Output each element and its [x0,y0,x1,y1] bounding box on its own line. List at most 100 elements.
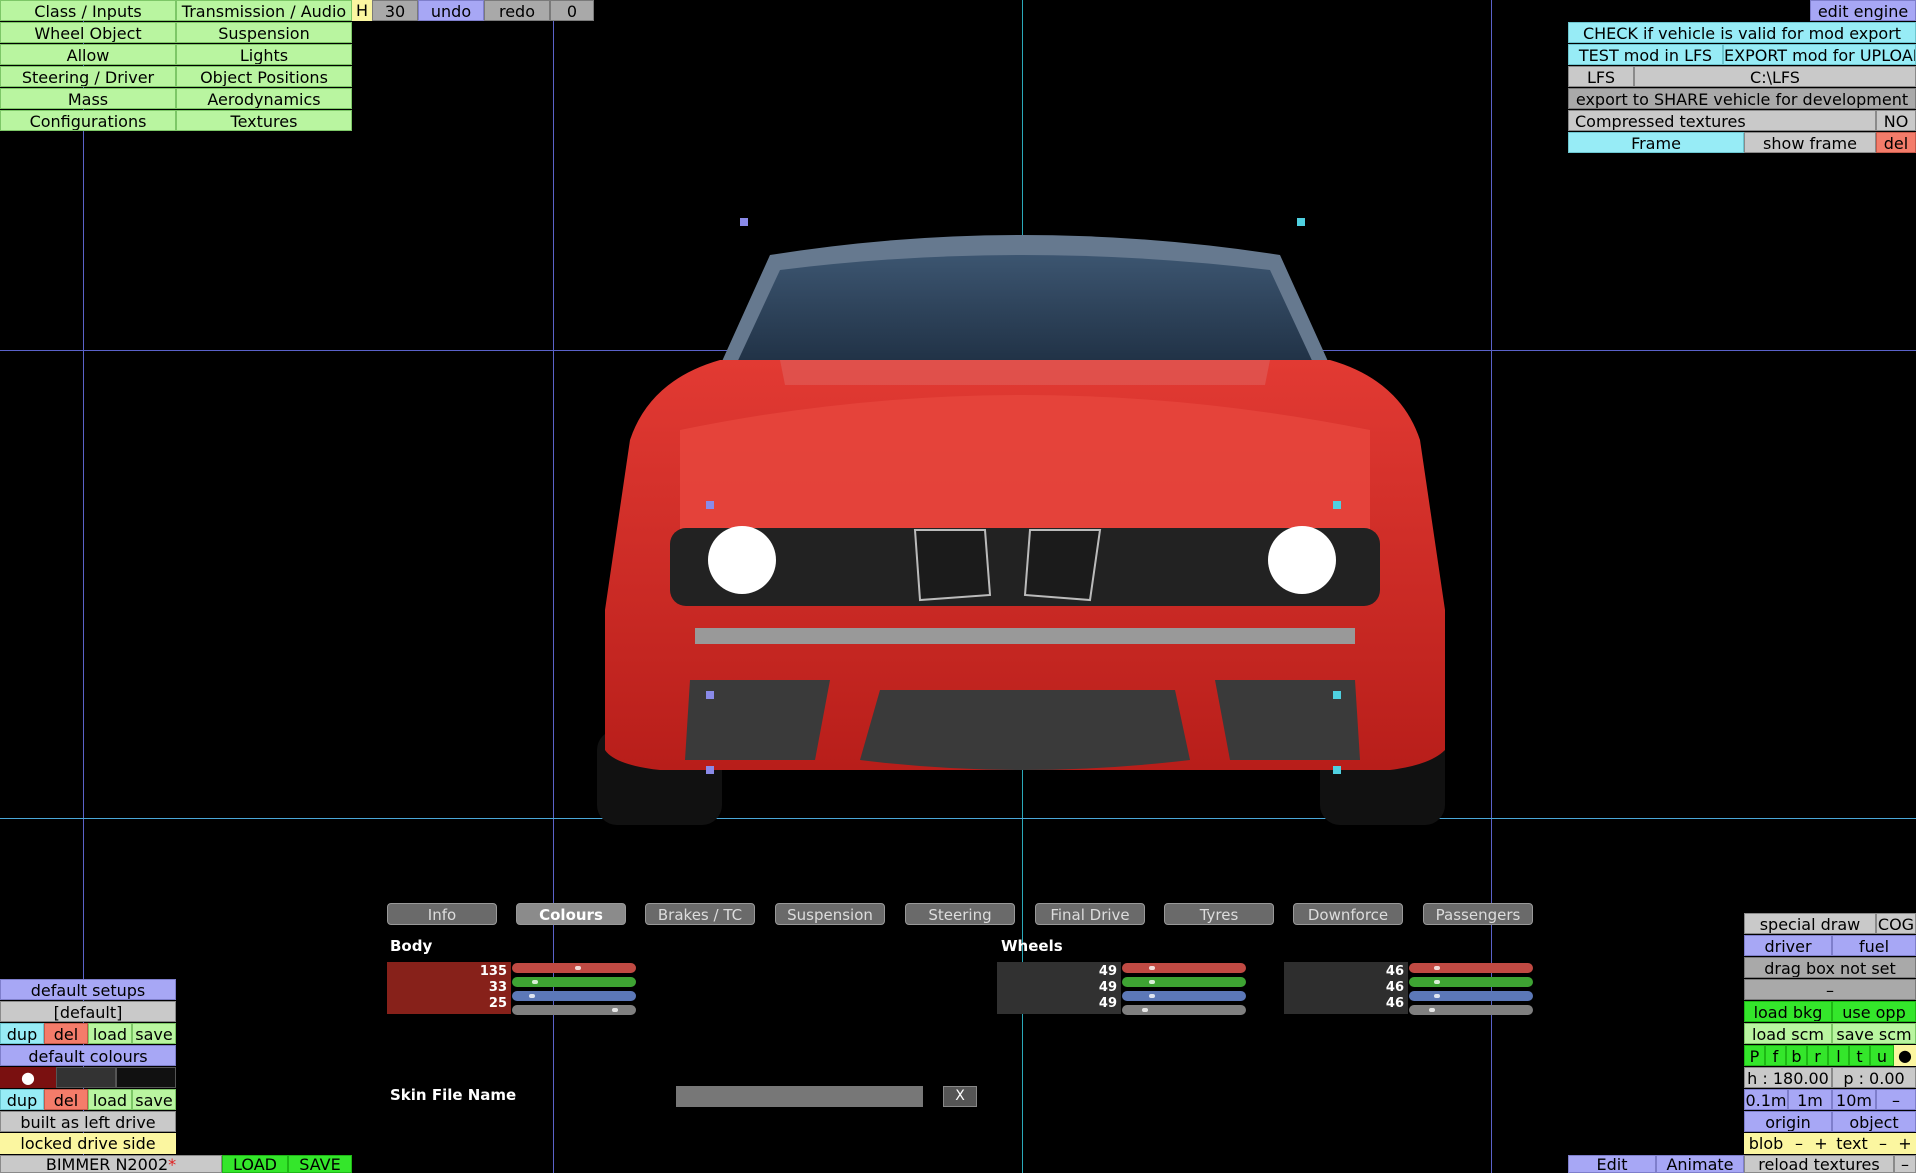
setup-dup-button[interactable]: dup [0,1023,44,1044]
wheels-a-slider[interactable] [1122,1005,1246,1015]
special-draw-button[interactable]: special draw [1744,913,1876,934]
edit-mode-button[interactable]: Edit [1568,1155,1656,1173]
vertex-marker[interactable] [1333,501,1341,509]
colour-save-button[interactable]: save [132,1089,176,1110]
reload-minus-button[interactable]: – [1894,1155,1916,1173]
step-1m-button[interactable]: 1m [1788,1089,1832,1110]
view-p-button[interactable]: P [1744,1045,1765,1066]
colour-preset-3[interactable] [116,1067,176,1088]
skin-clear-button[interactable]: X [943,1086,977,1107]
colour-dup-button[interactable]: dup [0,1089,44,1110]
driver-button[interactable]: driver [1744,935,1832,956]
tab-steering[interactable]: Steering [905,903,1015,925]
view-f-button[interactable]: f [1765,1045,1786,1066]
heading-value[interactable]: h : 180.00 [1744,1067,1832,1088]
export-mod-button[interactable]: EXPORT mod for UPLOAD [1723,44,1916,65]
colour-preset-2[interactable] [56,1067,116,1088]
wheels2-r-slider[interactable] [1409,963,1533,973]
view-u-button[interactable]: u [1870,1045,1894,1066]
body-r-slider[interactable] [512,963,636,973]
body-b-slider[interactable] [512,991,636,1001]
use-opp-button[interactable]: use opp [1832,1001,1916,1022]
tab-final-drive[interactable]: Final Drive [1035,903,1145,925]
load-scm-button[interactable]: load scm [1744,1023,1832,1044]
wheels2-b-slider[interactable] [1409,991,1533,1001]
text-minus-button[interactable]: – [1872,1133,1894,1154]
colour-preset-1[interactable]: ● [0,1067,56,1088]
default-setups-button[interactable]: default setups [0,979,176,1000]
undo-button[interactable]: undo [418,0,484,21]
menu-configurations[interactable]: Configurations [0,110,176,131]
wheels-b-slider[interactable] [1122,991,1246,1001]
reload-textures-button[interactable]: reload textures [1744,1155,1894,1173]
locked-drive-side-toggle[interactable]: locked drive side [0,1133,176,1154]
tab-suspension[interactable]: Suspension [775,903,885,925]
frame-button[interactable]: Frame [1568,132,1744,153]
wheels-secondary-colour-swatch[interactable]: 46 46 46 [1284,962,1408,1014]
del-frame-button[interactable]: del [1876,132,1916,153]
setup-save-button[interactable]: save [132,1023,176,1044]
wheels-g-slider[interactable] [1122,977,1246,987]
wheels2-a-slider[interactable] [1409,1005,1533,1015]
menu-wheel-object[interactable]: Wheel Object [0,22,176,43]
tab-tyres[interactable]: Tyres [1164,903,1274,925]
view-dot-button[interactable]: ● [1894,1045,1916,1066]
menu-steering-driver[interactable]: Steering / Driver [0,66,176,87]
test-mod-button[interactable]: TEST mod in LFS [1568,44,1723,65]
view-l-button[interactable]: l [1828,1045,1849,1066]
fuel-button[interactable]: fuel [1832,935,1916,956]
vertex-marker[interactable] [1297,218,1305,226]
menu-aerodynamics[interactable]: Aerodynamics [176,88,352,109]
step-01m-button[interactable]: 0.1m [1744,1089,1788,1110]
edit-engine-button[interactable]: edit engine [1810,0,1916,21]
view-b-button[interactable]: b [1786,1045,1807,1066]
vehicle-save-button[interactable]: SAVE [288,1155,352,1173]
menu-transmission-audio[interactable]: Transmission / Audio [176,0,352,21]
vertex-marker[interactable] [706,501,714,509]
blob-minus-button[interactable]: – [1788,1133,1810,1154]
vertex-marker[interactable] [706,766,714,774]
step-minus-button[interactable]: – [1876,1089,1916,1110]
menu-class-inputs[interactable]: Class / Inputs [0,0,176,21]
view-t-button[interactable]: t [1849,1045,1870,1066]
menu-mass[interactable]: Mass [0,88,176,109]
load-bkg-button[interactable]: load bkg [1744,1001,1832,1022]
text-plus-button[interactable]: + [1894,1133,1916,1154]
vehicle-load-button[interactable]: LOAD [222,1155,288,1173]
show-frame-button[interactable]: show frame [1744,132,1876,153]
menu-lights[interactable]: Lights [176,44,352,65]
h-toggle[interactable]: H [352,0,372,21]
colour-load-button[interactable]: load [88,1089,132,1110]
built-left-drive-toggle[interactable]: built as left drive [0,1111,176,1132]
tab-downforce[interactable]: Downforce [1293,903,1403,925]
setup-load-button[interactable]: load [88,1023,132,1044]
body-g-slider[interactable] [512,977,636,987]
export-share-button[interactable]: export to SHARE vehicle for development [1568,88,1916,109]
blob-plus-button[interactable]: + [1810,1133,1832,1154]
default-colours-button[interactable]: default colours [0,1045,176,1066]
step-10m-button[interactable]: 10m [1832,1089,1876,1110]
setup-del-button[interactable]: del [44,1023,88,1044]
tab-info[interactable]: Info [387,903,497,925]
redo-button[interactable]: redo [484,0,550,21]
wheels2-g-slider[interactable] [1409,977,1533,987]
body-colour-swatch[interactable]: 135 33 25 [387,962,511,1014]
colour-del-button[interactable]: del [44,1089,88,1110]
wheels-colour-swatch[interactable]: 49 49 49 [997,962,1121,1014]
object-button[interactable]: object [1832,1111,1916,1132]
tab-passengers[interactable]: Passengers [1423,903,1533,925]
menu-object-positions[interactable]: Object Positions [176,66,352,87]
tab-brakes-tc[interactable]: Brakes / TC [645,903,755,925]
skin-file-name-input[interactable] [676,1086,923,1107]
check-valid-button[interactable]: CHECK if vehicle is valid for mod export [1568,22,1916,43]
vertex-marker[interactable] [1333,766,1341,774]
lfs-path[interactable]: C:\LFS [1634,66,1916,87]
view-r-button[interactable]: r [1807,1045,1828,1066]
vertex-marker[interactable] [706,691,714,699]
setup-selector[interactable]: [default] [0,1001,176,1022]
origin-button[interactable]: origin [1744,1111,1832,1132]
vertex-marker[interactable] [740,218,748,226]
menu-allow[interactable]: Allow [0,44,176,65]
cog-button[interactable]: COG [1876,913,1916,934]
menu-textures[interactable]: Textures [176,110,352,131]
